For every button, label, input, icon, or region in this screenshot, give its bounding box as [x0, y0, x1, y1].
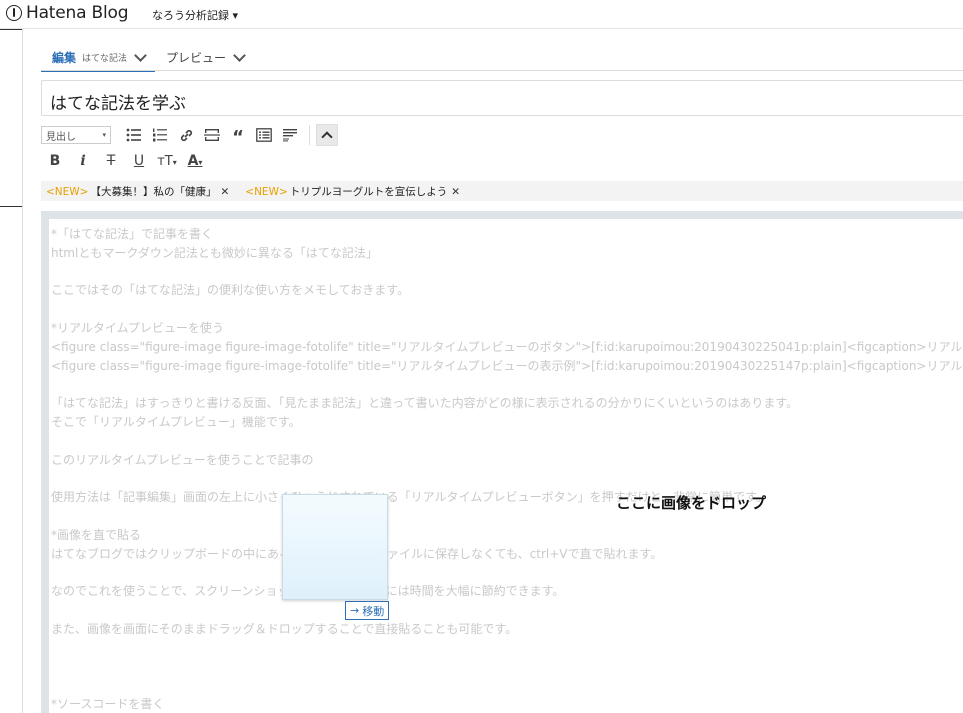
drag-move-tooltip: → 移動: [345, 601, 390, 620]
dragged-image-thumbnail[interactable]: [282, 494, 388, 600]
editor-line: 「はてな記法」はすっきりと書ける反面、「見たまま記法」と違って書いた内容がどの様…: [51, 396, 799, 411]
bulleted-list-button[interactable]: [121, 125, 147, 145]
chevron-down-icon: [134, 48, 147, 62]
heading-select[interactable]: 見出し ▾: [41, 126, 111, 144]
body-editor[interactable]: *「はてな記法」で記事を書く htmlともマークダウン記法とも微妙に異なる「はてな…: [41, 211, 963, 713]
editor-line: htmlともマークダウン記法とも微妙に異なる「はてな記法」: [51, 245, 378, 260]
font-size-button[interactable]: тT▾: [153, 151, 181, 171]
read-more-button[interactable]: [199, 125, 225, 145]
collapse-toolbar-button[interactable]: [316, 124, 338, 146]
chevron-up-icon: [321, 131, 333, 143]
underline-icon: U: [133, 153, 145, 169]
bulleted-list-icon: [126, 128, 141, 142]
notice-text[interactable]: 【大募集！】私の「健康」: [90, 186, 216, 198]
editor-line: ここではその「はてな記法」の便利な使い方をメモしておきます。: [51, 283, 410, 298]
hatena-blog-logo[interactable]: Hatena Blog: [6, 3, 129, 23]
editor-line: このリアルタイムプレビューを使うことで記事の: [51, 452, 314, 467]
title-input[interactable]: はてな記法を学ぶ: [41, 80, 963, 116]
numbered-list-icon: [153, 128, 167, 142]
notice-item[interactable]: <NEW> トリプルヨーグルトを宣伝しよう ✕: [245, 184, 460, 199]
strikethrough-button[interactable]: T: [97, 151, 125, 171]
font-color-icon: A▾: [187, 153, 203, 169]
numbered-list-button[interactable]: [147, 125, 173, 145]
tab-preview-label: プレビュー: [166, 50, 227, 65]
toolbar-separator: [309, 125, 310, 145]
strikethrough-icon: T: [106, 153, 116, 169]
logo-text: Hatena Blog: [26, 3, 129, 23]
hatena-logo-icon: [6, 5, 22, 21]
left-sidebar: [0, 29, 23, 713]
bold-icon: B: [49, 153, 61, 169]
bold-button[interactable]: B: [41, 151, 69, 171]
quote-button[interactable]: “: [225, 125, 251, 148]
table-icon: [256, 128, 272, 142]
tabs-divider: [41, 70, 963, 71]
footnote-icon: [283, 129, 297, 142]
table-button[interactable]: [251, 125, 277, 145]
footnote-button[interactable]: [277, 125, 303, 145]
link-icon: [180, 129, 192, 141]
heading-select-value: 見出し: [46, 131, 76, 143]
underline-button[interactable]: U: [125, 151, 153, 171]
page-break-icon: [204, 129, 220, 141]
editor-line: そこで「リアルタイムプレビュー」機能です。: [51, 415, 301, 429]
editor-line: <figure class="figure-image figure-image…: [51, 358, 963, 373]
editor-tabs: 編集 はてな記法 プレビュー: [41, 44, 254, 72]
drop-zone-label: ここに画像をドロップ: [616, 494, 767, 512]
editor-line: *画像を直で貼る: [51, 527, 142, 542]
italic-button[interactable]: i: [69, 151, 97, 171]
close-icon[interactable]: ✕: [220, 186, 229, 198]
notice-new-tag: <NEW>: [245, 185, 288, 198]
toolbar-row-2: B i T U тT▾ A▾: [41, 150, 209, 172]
quote-icon: “: [232, 126, 244, 148]
close-icon[interactable]: ✕: [451, 186, 460, 198]
font-color-button[interactable]: A▾: [181, 151, 209, 171]
notice-item[interactable]: <NEW> 【大募集！】私の「健康」 ✕: [46, 184, 229, 199]
link-button[interactable]: [173, 125, 199, 145]
editor-line: *「はてな記法」で記事を書く: [51, 227, 214, 241]
dropdown-arrow-icon: ▾: [102, 131, 106, 139]
italic-icon: i: [80, 153, 86, 169]
notice-bar: <NEW> 【大募集！】私の「健康」 ✕ <NEW> トリプルヨーグルトを宣伝しよう ✕: [41, 181, 963, 201]
arrow-right-icon: →: [350, 604, 360, 617]
editor-line: *リアルタイムプレビューを使う: [51, 321, 224, 335]
tab-edit-sublabel: はてな記法: [82, 53, 128, 64]
drag-move-label: 移動: [362, 604, 385, 618]
font-size-icon: тT▾: [157, 153, 177, 169]
toolbar-row-1: 見出し ▾ “: [41, 124, 338, 146]
tab-preview[interactable]: プレビュー: [155, 44, 254, 70]
editor-line: *ソースコードを書く: [51, 697, 165, 711]
sidebar-divider: [0, 29, 22, 30]
sidebar-divider: [0, 206, 22, 207]
blog-name-dropdown[interactable]: なろう分析記録 ▾: [152, 7, 238, 23]
notice-new-tag: <NEW>: [46, 185, 89, 198]
editor-line: <figure class="figure-image figure-image…: [51, 339, 963, 354]
tab-edit[interactable]: 編集 はてな記法: [41, 44, 156, 72]
editor-line: また、画像を画面にそのままドラッグ＆ドロップすることで直接貼ることも可能です。: [51, 621, 518, 636]
tab-edit-label: 編集: [52, 50, 77, 65]
notice-text[interactable]: トリプルヨーグルトを宣伝しよう: [290, 186, 448, 198]
chevron-down-icon: [233, 48, 246, 62]
top-bar: Hatena Blog なろう分析記録 ▾: [0, 0, 963, 29]
